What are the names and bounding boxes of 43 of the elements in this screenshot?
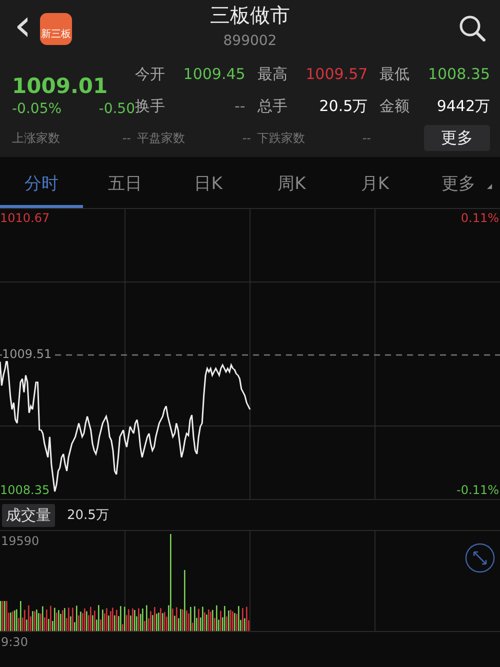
index-code: 899002 — [223, 33, 277, 49]
stat-value: 1008.35 — [426, 65, 490, 84]
axis-label: 1009.51 — [2, 347, 52, 361]
more-button[interactable]: 更多 — [424, 125, 490, 151]
axis-label: 1008.35 — [0, 483, 50, 497]
chart-tab[interactable]: 月K — [333, 161, 417, 208]
stat-label: 最高 — [257, 65, 288, 84]
stat-value: 9442万 — [436, 96, 490, 116]
breadth-label: 下跌家数 — [256, 130, 306, 146]
change-percent: -0.05% — [12, 101, 62, 117]
stat-value: 1009.45 — [182, 65, 246, 84]
breadth-value: -- — [361, 131, 372, 145]
axis-label: 9:30 — [1, 635, 28, 649]
breadth-value: -- — [121, 131, 132, 145]
app-logo: 新三板 — [40, 13, 72, 45]
stat-value: 20.5万 — [318, 96, 368, 116]
stat-value: 1009.57 — [304, 65, 368, 84]
chart-tab[interactable]: 周K — [250, 161, 334, 208]
stat-value: -- — [234, 96, 246, 116]
chart-tab[interactable]: 分时 — [0, 161, 84, 208]
breadth-value: -- — [241, 131, 252, 145]
change-value: -0.50 — [98, 101, 135, 117]
back-button[interactable]: ‹ — [14, 4, 40, 48]
stat-label: 最低 — [380, 65, 410, 84]
indicator-selector[interactable]: 成交量 — [2, 504, 55, 526]
stat-label: 总手 — [257, 96, 288, 116]
stat-label: 今开 — [135, 65, 165, 84]
current-price: 1009.01 — [12, 74, 109, 98]
axis-label: 0.11% — [460, 211, 499, 225]
breadth-label: 上涨家数 — [12, 130, 61, 146]
stat-label: 换手 — [135, 96, 165, 116]
search-icon[interactable] — [458, 14, 486, 42]
axis-label: -0.11% — [456, 483, 499, 497]
expand-icon[interactable] — [465, 543, 495, 573]
stat-label: 金额 — [380, 96, 410, 116]
breadth-label: 平盘家数 — [136, 130, 186, 146]
chart-tab[interactable]: 日K — [166, 161, 250, 208]
volume-total: 20.5万 — [67, 507, 109, 524]
chart-tab[interactable]: 五日 — [83, 161, 167, 208]
axis-label: 1010.67 — [0, 211, 50, 225]
index-title: 三板做市 — [210, 2, 290, 29]
axis-label: 19590 — [1, 534, 40, 548]
chart-tab[interactable]: 更多 — [416, 161, 500, 208]
